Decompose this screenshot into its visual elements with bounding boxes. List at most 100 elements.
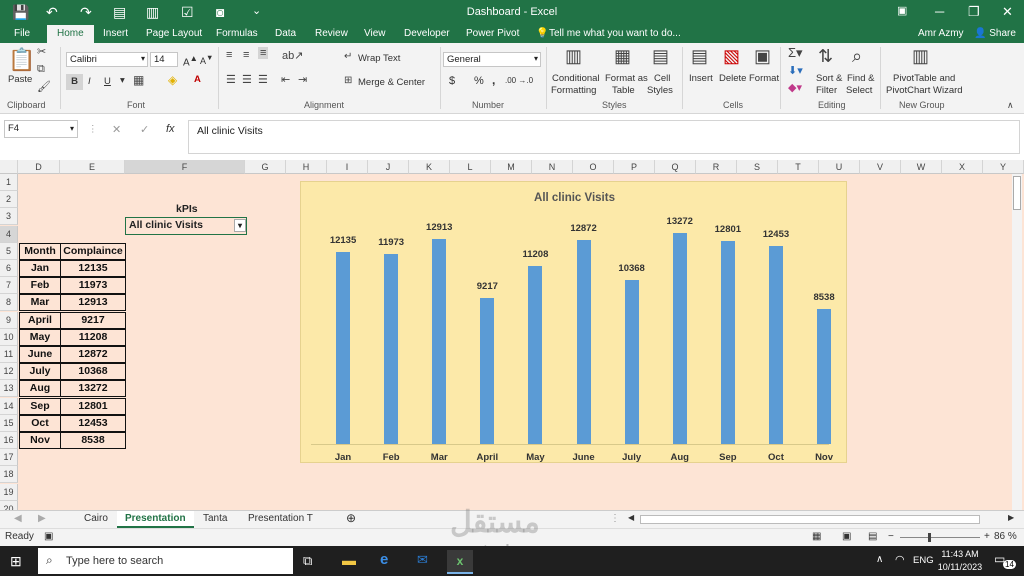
chart-bar[interactable] (384, 254, 399, 444)
find-select-line1[interactable]: Find & (847, 73, 874, 84)
wrap-text-button[interactable]: Wrap Text (358, 53, 400, 64)
row-header-2[interactable]: 2 (0, 191, 18, 209)
table-cell-month[interactable]: Feb (19, 277, 61, 295)
table-cell-month[interactable]: Sep (19, 397, 61, 415)
column-header-j[interactable]: J (368, 160, 409, 174)
tab-insert[interactable]: Insert (103, 28, 128, 39)
chart-bar[interactable] (720, 240, 735, 444)
normal-view-icon[interactable]: ▦ (812, 531, 821, 542)
table-cell-month[interactable]: Oct (19, 414, 61, 432)
next-sheet-icon[interactable]: ▶ (38, 513, 46, 524)
row-header-12[interactable]: 12 (0, 363, 18, 381)
column-header-d[interactable]: D (18, 160, 60, 174)
windows-start-icon[interactable]: ⊞ (10, 553, 22, 570)
column-header-l[interactable]: L (450, 160, 491, 174)
cell-styles-line2[interactable]: Styles (647, 85, 673, 96)
table-header-month[interactable]: Month (19, 242, 61, 260)
enter-icon[interactable]: ✓ (140, 123, 149, 136)
shrink-font-icon[interactable]: A▼ (200, 53, 213, 66)
chart[interactable]: All clinic Visits 12135 Jan 11973 Feb 12913 M… (300, 181, 847, 463)
sort-filter-line2[interactable]: Filter (816, 85, 837, 96)
zoom-slider-thumb[interactable] (928, 533, 931, 542)
clear-icon[interactable]: ◆▾ (788, 81, 802, 94)
sheet-tab-presentation-t[interactable]: Presentation T (248, 513, 313, 524)
column-header-y[interactable]: Y (983, 160, 1024, 174)
chart-bar[interactable] (336, 251, 351, 444)
conditional-formatting-line1[interactable]: Conditional (552, 73, 600, 84)
edge-icon[interactable]: e (380, 551, 388, 568)
table-cell-value[interactable]: 12801 (60, 397, 126, 415)
format-as-table-line1[interactable]: Format as (605, 73, 648, 84)
row-header-16[interactable]: 16 (0, 432, 18, 449)
clock-date[interactable]: 10/11/2023 (934, 562, 986, 572)
increase-decrease-decimal[interactable]: .00 →.0 (505, 76, 533, 85)
tab-home[interactable]: Home (47, 25, 94, 43)
borders-icon[interactable]: ▦ (133, 73, 144, 87)
underline-dropdown-icon[interactable]: ▾ (120, 75, 125, 86)
ribbon-display-icon[interactable]: ▣ (897, 4, 907, 17)
fill-color-icon[interactable]: ◈ (168, 73, 177, 87)
table-cell-value[interactable]: 8538 (60, 432, 126, 449)
minimize-icon[interactable]: ─ (935, 4, 944, 19)
cancel-icon[interactable]: ✕ (112, 123, 121, 136)
delete-cells-button[interactable]: Delete (719, 73, 746, 84)
column-header-p[interactable]: P (614, 160, 655, 174)
column-header-f[interactable]: F (125, 160, 245, 174)
column-header-h[interactable]: H (286, 160, 327, 174)
tab-page-layout[interactable]: Page Layout (146, 28, 202, 39)
collapse-ribbon-icon[interactable]: ∧ (1007, 100, 1014, 111)
row-header-18[interactable]: 18 (0, 466, 18, 484)
scroll-thumb[interactable] (1013, 176, 1021, 210)
chart-bar[interactable] (768, 246, 783, 444)
bold-button[interactable]: B (66, 74, 83, 90)
excel-taskbar-icon[interactable]: x (447, 550, 473, 574)
macro-record-icon[interactable]: ▣ (44, 531, 53, 542)
row-header-8[interactable]: 8 (0, 294, 18, 312)
column-header-r[interactable]: R (696, 160, 737, 174)
scroll-right-icon[interactable]: ▶ (1008, 513, 1014, 522)
share-button[interactable]: 👤 Share (974, 28, 1016, 39)
merge-center-button[interactable]: Merge & Center (358, 77, 425, 88)
fill-icon[interactable]: ⬇▾ (788, 64, 803, 77)
align-right-icon[interactable]: ☰ (258, 73, 268, 86)
column-header-v[interactable]: V (860, 160, 901, 174)
conditional-formatting-line2[interactable]: Formatting (551, 85, 596, 96)
row-header-4[interactable]: 4 (0, 225, 18, 243)
row-header-3[interactable]: 3 (0, 208, 18, 226)
grow-font-icon[interactable]: A▲ (183, 53, 198, 68)
column-header-w[interactable]: W (901, 160, 942, 174)
insert-function-button[interactable]: fx (166, 123, 175, 135)
paste-button[interactable]: Paste (8, 74, 32, 85)
row-header-7[interactable]: 7 (0, 277, 18, 295)
row-header-15[interactable]: 15 (0, 414, 18, 432)
column-header-x[interactable]: X (942, 160, 983, 174)
column-header-i[interactable]: I (327, 160, 368, 174)
insert-cells-button[interactable]: Insert (689, 73, 713, 84)
align-center-icon[interactable]: ☰ (242, 73, 252, 86)
table-cell-value[interactable]: 10368 (60, 363, 126, 381)
row-header-10[interactable]: 10 (0, 328, 18, 346)
page-break-view-icon[interactable]: ▤ (868, 531, 877, 542)
tab-data[interactable]: Data (275, 28, 296, 39)
pivot-wizard-line2[interactable]: PivotChart Wizard (886, 85, 963, 96)
column-header-e[interactable]: E (60, 160, 125, 174)
wifi-icon[interactable]: ◠ (895, 553, 905, 566)
decrease-indent-icon[interactable]: ⇤ (281, 73, 290, 86)
tab-review[interactable]: Review (315, 28, 348, 39)
format-as-table-line2[interactable]: Table (612, 85, 635, 96)
tab-view[interactable]: View (364, 28, 386, 39)
italic-button[interactable]: I (88, 76, 91, 87)
chart-bar[interactable] (432, 239, 447, 444)
table-cell-value[interactable]: 12135 (60, 260, 126, 277)
add-sheet-icon[interactable]: ⊕ (346, 511, 356, 525)
file-explorer-icon[interactable]: ▬ (342, 552, 356, 568)
show-hidden-icons[interactable]: ∧ (876, 554, 883, 565)
align-middle-icon[interactable]: ≡ (243, 49, 249, 61)
column-header-u[interactable]: U (819, 160, 860, 174)
chevron-down-icon[interactable]: ▾ (234, 219, 246, 232)
format-painter-icon[interactable]: 🖌 (37, 80, 51, 93)
comma-button[interactable]: , (492, 73, 495, 87)
table-cell-month[interactable]: May (19, 328, 61, 346)
row-header-20[interactable]: 20 (0, 500, 18, 510)
increase-indent-icon[interactable]: ⇥ (298, 73, 307, 86)
